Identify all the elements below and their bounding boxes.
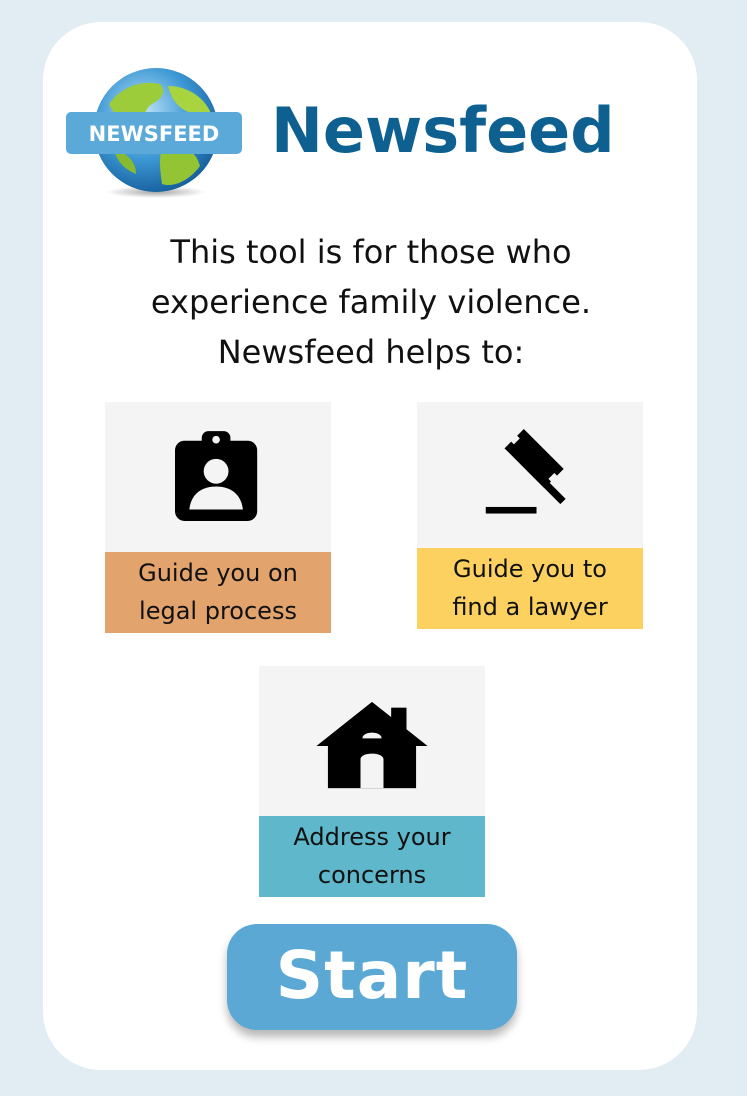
gavel-icon <box>485 429 566 514</box>
main-card: NEWSFEED Newsfeed This tool is for those… <box>43 22 697 1070</box>
intro-line-1: This tool is for those who <box>170 233 572 271</box>
feature-label-line-1: Guide you on <box>138 559 298 587</box>
feature-label-line-2: legal process <box>139 597 297 625</box>
feature-tile <box>105 402 331 552</box>
feature-label-line-1: Guide you to <box>453 555 607 583</box>
clipboard-person-icon <box>175 431 258 521</box>
feature-find-lawyer[interactable]: Guide you to find a lawyer <box>417 402 643 629</box>
house-icon <box>316 701 428 789</box>
start-button[interactable]: Start <box>227 924 517 1030</box>
feature-label: Address your concerns <box>259 816 485 897</box>
feature-label-line-2: concerns <box>317 861 427 889</box>
feature-tile <box>259 666 485 816</box>
feature-label: Guide you on legal process <box>105 552 331 633</box>
intro-text: This tool is for those who experience fa… <box>98 227 644 377</box>
globe-icon: NEWSFEED <box>66 68 242 198</box>
feature-label-line-1: Address your <box>293 823 451 851</box>
app-title: Newsfeed <box>271 94 615 167</box>
intro-line-2: experience family violence. <box>150 283 592 321</box>
feature-tile <box>417 402 643 548</box>
feature-label-line-2: find a lawyer <box>452 593 608 621</box>
feature-address-concerns[interactable]: Address your concerns <box>259 666 485 897</box>
feature-label: Guide you to find a lawyer <box>417 548 643 629</box>
intro-line-3: Newsfeed helps to: <box>217 333 525 371</box>
logo-badge-text: NEWSFEED <box>89 122 220 146</box>
newsfeed-logo: NEWSFEED <box>64 64 244 199</box>
feature-legal-process[interactable]: Guide you on legal process <box>105 402 331 633</box>
